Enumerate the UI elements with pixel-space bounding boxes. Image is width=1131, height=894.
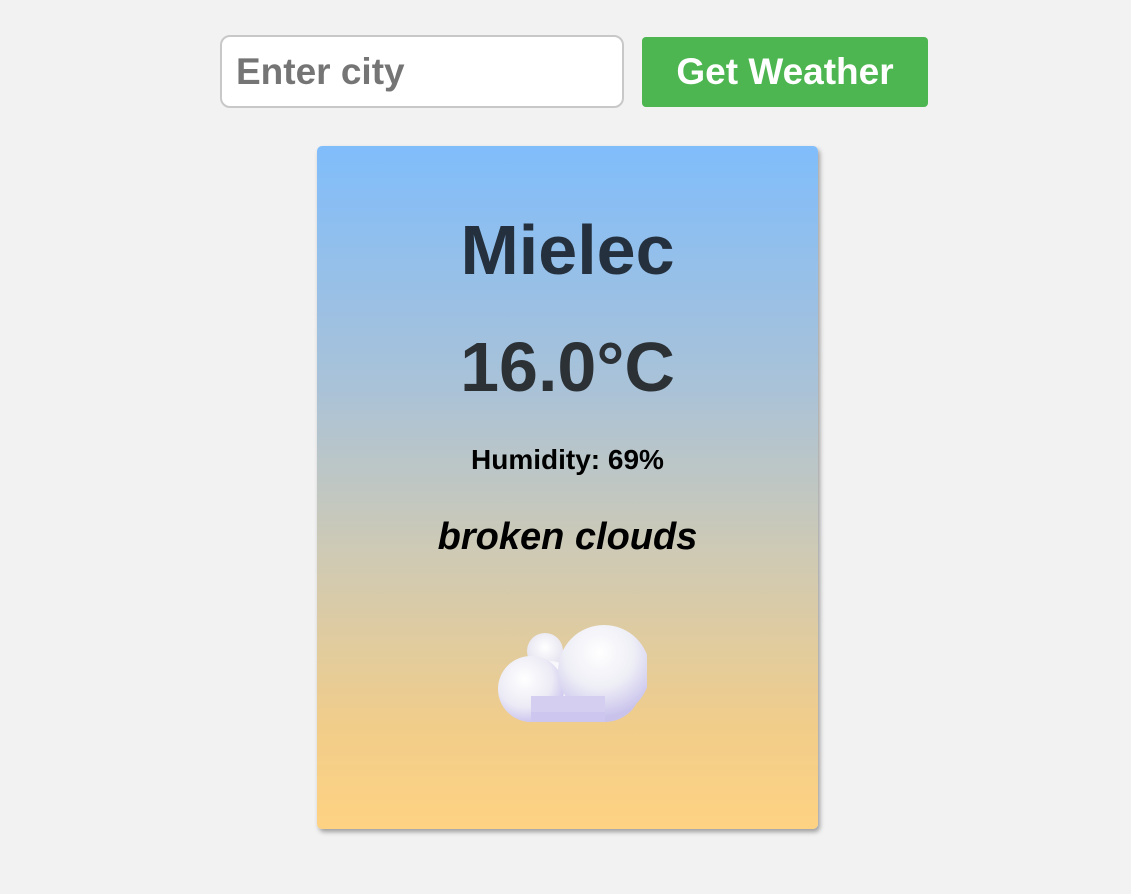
search-bar: Get Weather [220, 35, 928, 108]
city-name: Mielec [460, 211, 675, 289]
humidity: Humidity: 69% [471, 444, 664, 475]
city-search-input[interactable] [220, 35, 624, 108]
weather-card: Mielec 16.0°C Humidity: 69% broken cloud… [317, 146, 818, 829]
cloud-icon [498, 625, 647, 722]
weather-description: broken clouds [437, 516, 698, 558]
get-weather-button[interactable]: Get Weather [642, 37, 928, 107]
temperature: 16.0°C [460, 328, 675, 406]
